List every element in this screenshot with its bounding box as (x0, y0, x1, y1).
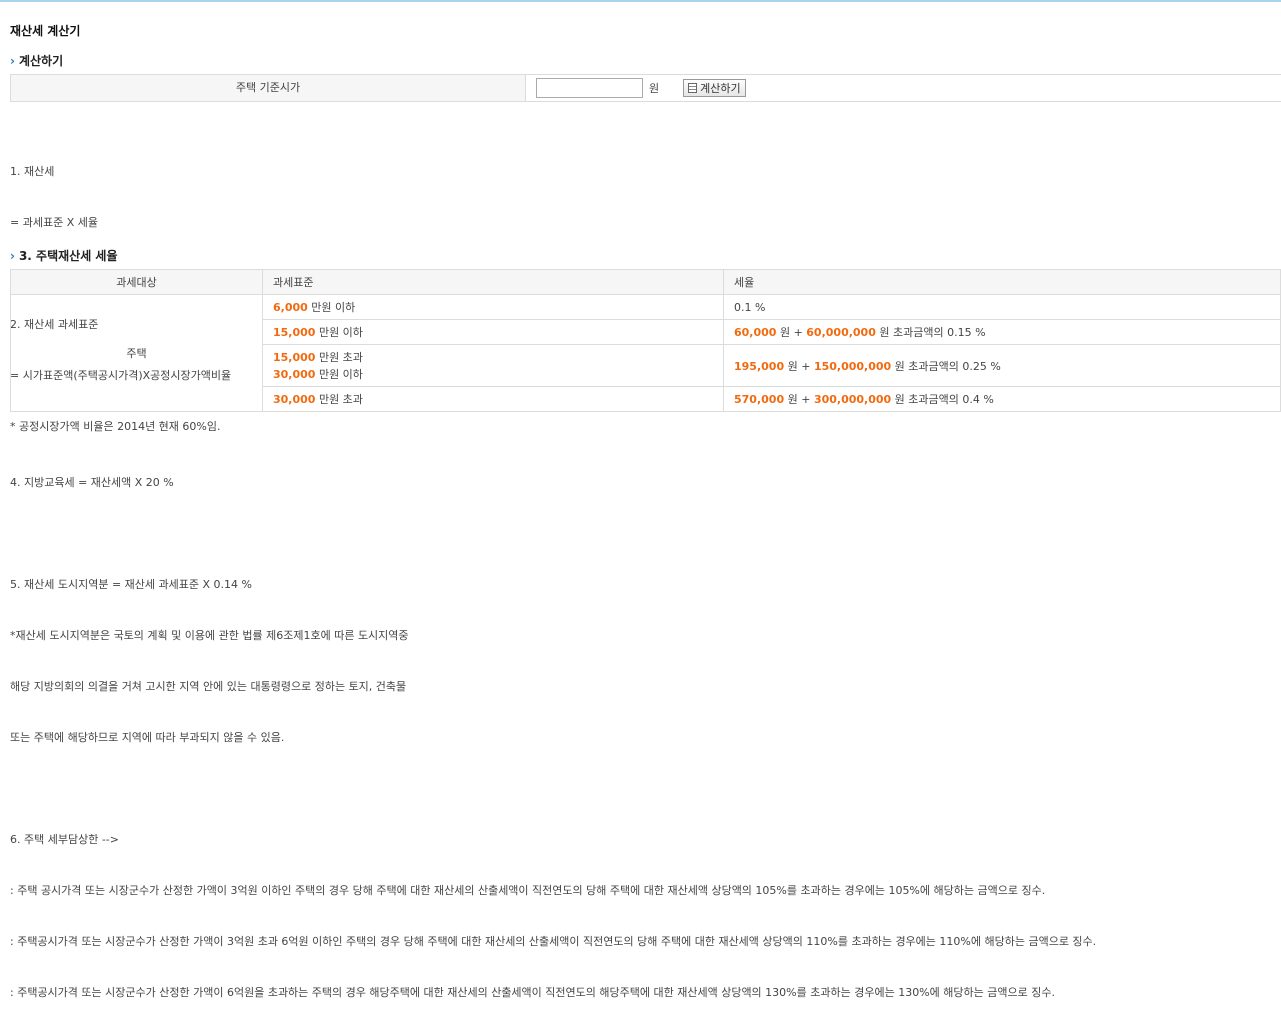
calc-form: 주택 기준시가 원 계산하기 (10, 74, 1281, 102)
table-header-row: 과세대상 과세표준 세율 (10, 269, 1281, 295)
table-row: 주택 6,000 만원 이하 0.1 % (10, 294, 1281, 412)
section-title-rates: › 3. 주택재산세 세율 (10, 247, 118, 264)
standard-cell: 15,000 만원 초과 30,000 만원 이하 (262, 344, 724, 387)
standard-line: 15,000 만원 초과 (273, 349, 713, 366)
calculate-button[interactable]: 계산하기 (683, 79, 746, 97)
note-line: : 주택 공시가격 또는 시장군수가 산정한 가액이 3억원 이하인 주택의 경… (10, 884, 1046, 897)
amount: 30,000 (273, 367, 316, 381)
calculator-icon (688, 83, 698, 93)
column-header: 세율 (723, 269, 1281, 295)
standard-cell: 15,000 만원 이하 (262, 319, 724, 345)
note-line: 해당 지방의회의 의결을 거쳐 고시한 지역 안에 있는 대통령령으로 정하는 … (10, 680, 407, 693)
amount: 15,000 (273, 350, 316, 364)
amount: 150,000,000 (813, 359, 892, 373)
rate-cell: 195,000 원 + 150,000,000 원 초과금액의 0.25 % (723, 344, 1281, 387)
amount: 15,000 (273, 326, 316, 339)
additional-notes: 4. 지방교육세 = 재산세액 X 20 % 5. 재산세 도시지역분 = 재산… (10, 440, 1096, 1018)
amount: 30,000 (273, 393, 316, 406)
calc-input-cell: 원 계산하기 (526, 75, 1281, 101)
amount: 60,000 (734, 326, 777, 339)
note-line: 4. 지방교육세 = 재산세액 X 20 % (10, 476, 174, 489)
rate-text: 원 초과금액의 0.4 % (891, 393, 994, 406)
note-line: *재산세 도시지역분은 국토의 계획 및 이용에 관한 법률 제6조제1호에 따… (10, 629, 409, 642)
amount-text: 만원 이하 (315, 367, 363, 381)
amount: 300,000,000 (813, 393, 892, 406)
rate-cell: 60,000 원 + 60,000,000 원 초과금액의 0.15 % (723, 319, 1281, 345)
calculate-button-label: 계산하기 (700, 82, 741, 95)
rate-cell: 570,000 원 + 300,000,000 원 초과금액의 0.4 % (723, 386, 1281, 412)
amount-text: 만원 이하 (307, 301, 356, 314)
page-title: 재산세 계산기 (10, 24, 81, 38)
standard-line: 30,000 만원 이하 (273, 366, 713, 383)
amount: 195,000 (734, 359, 785, 373)
amount: 60,000,000 (806, 326, 876, 339)
note-line: : 주택공시가격 또는 시장군수가 산정한 가액이 3억원 초과 6억원 이하인… (10, 935, 1097, 948)
amount-text: 만원 이하 (315, 326, 363, 339)
amount: 570,000 (734, 393, 785, 406)
rate-text: 원 + (784, 359, 814, 373)
amount: 6,000 (273, 301, 308, 314)
note-line: : 주택공시가격 또는 시장군수가 산정한 가액이 6억원을 초과하는 주택의 … (10, 986, 1055, 999)
section-title-label: 3. 주택재산세 세율 (18, 249, 118, 263)
note-line: 또는 주택에 해당하므로 지역에 따라 부과되지 않을 수 있음. (10, 731, 285, 744)
section-title-calc: › 계산하기 (10, 52, 63, 69)
tax-rate-table: 과세대상 과세표준 세율 주택 6,000 만원 이하 0.1 % 15,000… (10, 269, 1281, 412)
rate-text: 원 초과금액의 0.15 % (875, 326, 986, 339)
amount-text: 만원 초과 (315, 350, 363, 364)
chevron-right-icon: › (10, 249, 15, 263)
chevron-right-icon: › (10, 54, 15, 68)
section-title-label: 계산하기 (18, 54, 64, 68)
note-line: = 과세표준 X 세율 (10, 216, 98, 229)
note-line: 6. 주택 세부담상한 --> (10, 833, 119, 846)
standard-cell: 30,000 만원 초과 (262, 386, 724, 412)
column-header: 과세대상 (10, 269, 263, 295)
note-line: * 공정시장가액 비율은 2014년 현재 60%임. (10, 420, 221, 433)
base-price-input[interactable] (536, 78, 643, 98)
rate-text: 원 + (776, 326, 807, 339)
amount-text: 만원 초과 (315, 393, 363, 406)
standard-cell: 6,000 만원 이하 (262, 294, 724, 320)
subject-cell: 주택 (10, 294, 263, 412)
rate-text: 원 초과금액의 0.25 % (891, 359, 1001, 373)
rate-text: 원 + (784, 393, 814, 406)
unit-label: 원 (649, 82, 660, 95)
note-line: 5. 재산세 도시지역분 = 재산세 과세표준 X 0.14 % (10, 578, 252, 591)
rate-text: 0.1 % (734, 300, 766, 314)
calc-label: 주택 기준시가 (11, 75, 526, 101)
column-header: 과세표준 (262, 269, 724, 295)
note-line: 1. 재산세 (10, 165, 55, 178)
rate-cell: 0.1 % (723, 294, 1281, 320)
